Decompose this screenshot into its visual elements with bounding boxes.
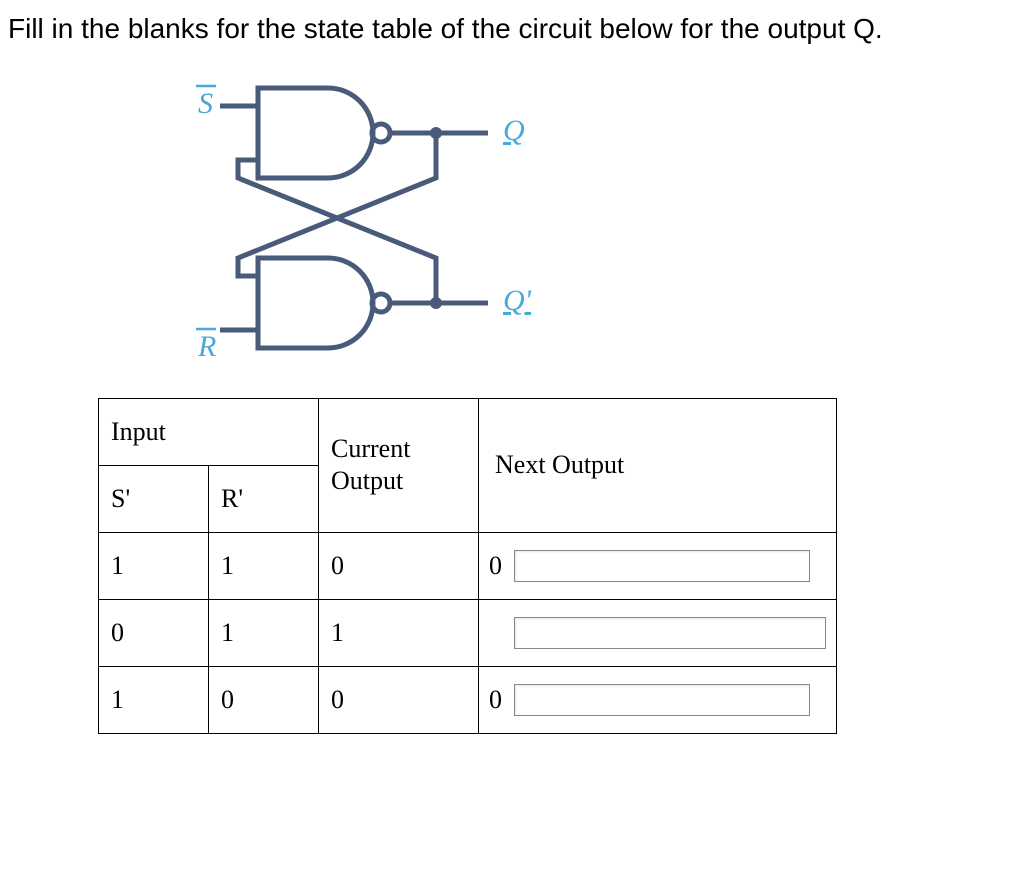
table-row: 1 1 0 0 (99, 532, 837, 599)
cell-next: 0 (479, 532, 837, 599)
label-s-bar: S (198, 87, 213, 120)
cell-r: 0 (209, 666, 319, 733)
table-row: 1 0 0 0 (99, 666, 837, 733)
label-r-bar: R (197, 330, 216, 363)
cell-r: 1 (209, 599, 319, 666)
nand-gate-top (258, 88, 373, 178)
label-q: Q (503, 114, 525, 147)
answer-input-row1[interactable] (514, 617, 826, 649)
header-s-prime: S' (99, 465, 209, 532)
nand-gate-bottom (258, 258, 373, 348)
cell-current: 1 (319, 599, 479, 666)
cell-s: 1 (99, 532, 209, 599)
header-current-output: Current Output (319, 398, 479, 532)
next-value-text: 0 (489, 685, 503, 715)
cell-current: 0 (319, 666, 479, 733)
question-prompt: Fill in the blanks for the state table o… (8, 10, 1016, 48)
cell-next: 0 (479, 666, 837, 733)
cell-current: 0 (319, 532, 479, 599)
cell-s: 0 (99, 599, 209, 666)
answer-input-row2[interactable] (514, 684, 810, 716)
header-current-line1: Current (331, 434, 410, 463)
state-table: Input Current Output Next Output S' R' 1… (98, 398, 837, 734)
table-row: 0 1 1 (99, 599, 837, 666)
cell-s: 1 (99, 666, 209, 733)
sr-latch-svg: S R Q Q' (158, 78, 578, 368)
header-r-prime: R' (209, 465, 319, 532)
header-input: Input (99, 398, 319, 465)
cell-r: 1 (209, 532, 319, 599)
cell-next (479, 599, 837, 666)
answer-input-row0[interactable] (514, 550, 810, 582)
circuit-diagram: S R Q Q' (158, 78, 1016, 368)
header-next-output: Next Output (479, 398, 837, 532)
header-current-line2: Output (331, 466, 403, 495)
label-q-prime: Q' (503, 284, 532, 317)
next-value-text: 0 (489, 551, 503, 581)
